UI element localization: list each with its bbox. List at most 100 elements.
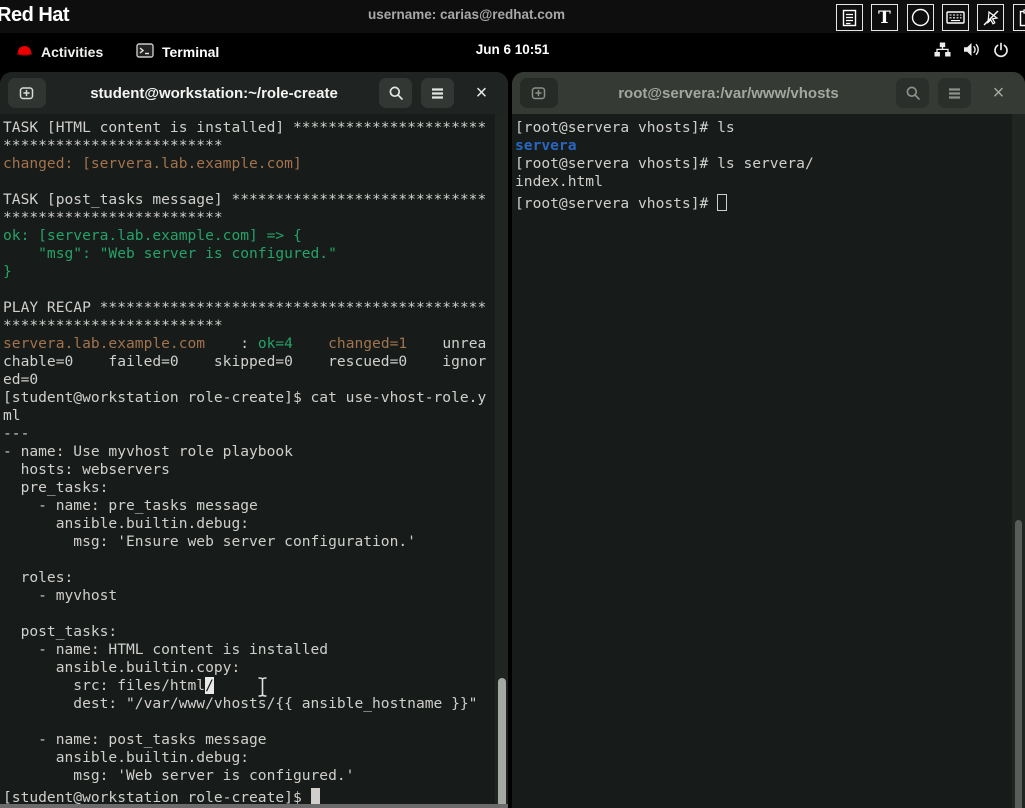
scrollbar-thumb[interactable] xyxy=(1015,520,1022,808)
new-tab-button[interactable] xyxy=(520,78,558,108)
headerbar[interactable]: root@servera:/var/www/vhosts × xyxy=(512,72,1025,114)
file-icon[interactable] xyxy=(836,4,863,31)
network-icon xyxy=(934,42,951,62)
terminal-line: [root@servera vhosts]# ls servera/ xyxy=(515,155,1025,173)
menu-button[interactable] xyxy=(938,78,971,108)
terminal-line: ************************* xyxy=(3,137,508,155)
terminal-line: [student@workstation role-create]$ cat u… xyxy=(3,389,508,407)
terminal-line: changed: [servera.lab.example.com] xyxy=(3,155,508,173)
terminal-line: ok: [servera.lab.example.com] => { xyxy=(3,227,508,245)
terminal-text: post_tasks: xyxy=(3,623,118,640)
search-button[interactable] xyxy=(896,78,929,108)
clipboard-icon[interactable] xyxy=(1013,4,1025,31)
terminal-line: chable=0 failed=0 skipped=0 rescued=0 ig… xyxy=(3,353,508,371)
terminal-line: ansible.builtin.copy: xyxy=(3,659,508,677)
terminal-line: ansible.builtin.debug: xyxy=(3,515,508,533)
terminal-cursor xyxy=(717,194,728,211)
terminal-line: post_tasks: xyxy=(3,623,508,641)
terminal-screen[interactable]: TASK [HTML content is installed] *******… xyxy=(0,114,508,808)
terminal-text: roles: xyxy=(3,569,74,586)
terminal-text: ml xyxy=(3,407,21,424)
scrollbar-thumb[interactable] xyxy=(498,678,506,808)
terminal-line: --- xyxy=(3,425,508,443)
selected-text: / xyxy=(205,677,214,694)
terminal-text: dest: "/var/www/vhosts/{{ ansible_hostna… xyxy=(3,695,478,712)
power-icon xyxy=(993,42,1009,63)
close-button[interactable]: × xyxy=(465,78,498,108)
console-top-bar: Red Hat username: carias@redhat.com T xyxy=(0,0,1025,33)
text-icon[interactable]: T xyxy=(871,4,898,31)
terminal-line: } xyxy=(3,263,508,281)
pointer-disabled-icon[interactable] xyxy=(977,4,1004,31)
terminal-line: pre_tasks: xyxy=(3,479,508,497)
activities-label: Activities xyxy=(41,44,104,60)
terminal-text: ed=0 xyxy=(3,371,39,388)
window-bottom-edge xyxy=(0,804,508,808)
keyboard-icon[interactable] xyxy=(942,4,969,31)
terminal-cursor xyxy=(310,788,320,805)
terminal-line: ansible.builtin.debug: xyxy=(3,749,508,767)
terminal-text: src: files/html xyxy=(3,677,206,694)
menu-button[interactable] xyxy=(421,78,454,108)
terminal-line: ml xyxy=(3,407,508,425)
terminal-line: ed=0 xyxy=(3,371,508,389)
terminal-text: index.html xyxy=(515,173,603,190)
terminal-text: - name: HTML content is installed xyxy=(3,641,329,658)
app-menu-label: Terminal xyxy=(162,44,220,60)
terminal-line: [root@servera vhosts]# ls xyxy=(515,119,1025,137)
terminal-window-workstation: student@workstation:~/role-create × TASK… xyxy=(0,72,508,808)
close-button[interactable]: × xyxy=(982,78,1015,108)
terminal-line: [student@workstation role-create]$ xyxy=(3,785,508,806)
terminal-text: chable=0 failed=0 skipped=0 rescued=0 ig… xyxy=(3,353,487,370)
app-menu-terminal[interactable]: Terminal xyxy=(136,40,219,64)
terminal-line: servera.lab.example.com : ok=4 changed=1… xyxy=(3,335,508,353)
gnome-top-bar: Activities Terminal Jun 6 10:51 xyxy=(0,33,1025,71)
activities-button[interactable]: Activities xyxy=(16,40,103,64)
terminal-line: - name: Use myvhost role playbook xyxy=(3,443,508,461)
terminal-line: hosts: webservers xyxy=(3,461,508,479)
terminal-line: - name: HTML content is installed xyxy=(3,641,508,659)
terminal-text: - name: Use myvhost role playbook xyxy=(3,443,293,460)
terminal-text: - name: pre_tasks message xyxy=(3,497,258,514)
terminal-window-servera: root@servera:/var/www/vhosts × [root@ser… xyxy=(512,72,1025,808)
scrollbar-track xyxy=(1012,114,1025,808)
system-status-area[interactable] xyxy=(934,40,1009,64)
terminal-text: servera xyxy=(515,137,577,154)
scrollbar-track xyxy=(495,114,508,808)
redhat-fedora-icon xyxy=(16,44,33,60)
headerbar[interactable]: student@workstation:~/role-create × xyxy=(0,72,508,114)
terminal-line: - myvhost xyxy=(3,587,508,605)
ibeam-mouse-cursor xyxy=(256,676,269,703)
terminal-text: TASK [HTML content is installed] *******… xyxy=(3,119,487,136)
terminal-text: changed: [servera.lab.example.com] xyxy=(3,155,302,172)
terminal-line: msg: 'Web server is configured.' xyxy=(3,767,508,785)
terminal-line: - name: pre_tasks message xyxy=(3,497,508,515)
terminal-text: --- xyxy=(3,425,30,442)
terminal-text: servera.lab.example.com xyxy=(3,335,206,352)
terminal-line: roles: xyxy=(3,569,508,587)
volume-icon xyxy=(963,42,981,62)
circle-icon[interactable] xyxy=(907,4,934,31)
window-title: student@workstation:~/role-create xyxy=(90,84,338,102)
terminal-text: [root@servera vhosts]# xyxy=(515,195,718,212)
terminal-screen[interactable]: [root@servera vhosts]# ls servera [root@se… xyxy=(512,114,1025,808)
clock[interactable]: Jun 6 10:51 xyxy=(476,42,550,57)
terminal-text: [root@servera vhosts]# ls xyxy=(515,119,735,136)
search-button[interactable] xyxy=(379,78,412,108)
window-title: root@servera:/var/www/vhosts xyxy=(618,84,839,102)
terminal-text: ansible.builtin.copy: xyxy=(3,659,241,676)
new-tab-button[interactable] xyxy=(8,78,46,108)
terminal-text: [root@servera vhosts]# ls servera/ xyxy=(515,155,814,172)
terminal-line: "msg": "Web server is configured." xyxy=(3,245,508,263)
terminal-text: msg: 'Ensure web server configuration.' xyxy=(3,533,416,550)
terminal-text: - name: post_tasks message xyxy=(3,731,267,748)
terminal-text: TASK [post_tasks message] **************… xyxy=(3,191,487,208)
terminal-line: - name: post_tasks message xyxy=(3,731,508,749)
terminal-text: msg: 'Web server is configured.' xyxy=(3,767,355,784)
terminal-text: "msg": "Web server is configured." xyxy=(3,245,337,262)
